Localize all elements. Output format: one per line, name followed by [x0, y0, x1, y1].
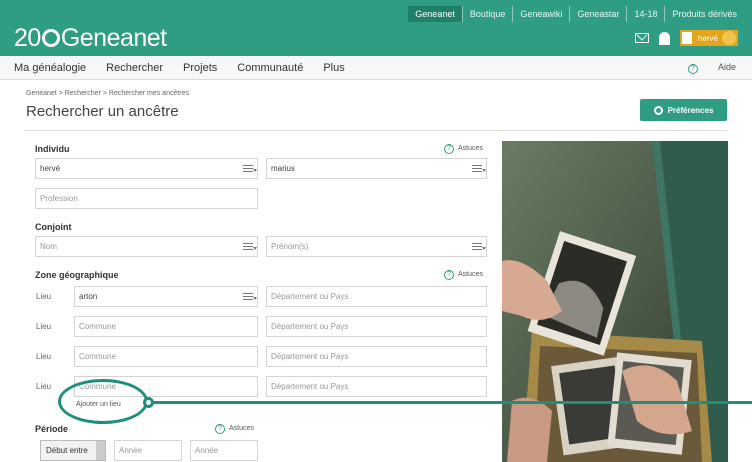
tips-icon: ?	[444, 144, 454, 154]
preferences-button[interactable]: Préférences	[640, 99, 727, 121]
departement-input[interactable]: Département ou Pays	[266, 316, 487, 337]
periode-tips[interactable]: ? Astuces	[215, 424, 254, 434]
firstname-input[interactable]: marius	[266, 158, 487, 179]
breadcrumb[interactable]: Geneanet > Rechercher > Rechercher mes a…	[26, 90, 189, 97]
tab-14-18[interactable]: 14-18	[626, 6, 664, 22]
lieu-label: Lieu	[36, 292, 52, 301]
user-menu[interactable]: hervé	[679, 30, 738, 46]
zone-tips[interactable]: ? Astuces	[444, 270, 483, 280]
help-label: Aide	[717, 61, 736, 72]
site-tabs: Geneanet Boutique Geneawiki Geneastar 14…	[408, 6, 744, 22]
departement-input[interactable]: Département ou Pays	[266, 346, 487, 367]
avatar	[679, 30, 694, 46]
lieu-label: Lieu	[36, 382, 52, 391]
options-menu-icon[interactable]	[472, 243, 486, 250]
commune-input[interactable]: arton	[74, 286, 258, 307]
options-menu-icon[interactable]	[243, 165, 257, 172]
callout-dot	[143, 397, 154, 408]
individu-heading: Individu	[35, 144, 70, 154]
geneanet-logo[interactable]: 20 Geneanet	[14, 24, 167, 52]
top-bar: Geneanet Boutique Geneawiki Geneastar 14…	[0, 0, 752, 56]
chevron-down-icon	[253, 169, 257, 172]
chevron-down-icon	[96, 441, 105, 460]
page-title: Rechercher un ancêtre	[26, 103, 179, 120]
conjoint-heading: Conjoint	[35, 222, 72, 232]
preferences-label: Préférences	[667, 105, 714, 115]
period-type-value: Début entre	[46, 446, 88, 455]
commune-input[interactable]: Commune	[74, 316, 258, 337]
envelope-icon[interactable]	[634, 33, 649, 43]
lastname-value: hervé	[40, 164, 61, 173]
lieu-label: Lieu	[36, 352, 52, 361]
tips-icon: ?	[444, 270, 454, 280]
options-menu-icon[interactable]	[243, 243, 257, 250]
tab-boutique[interactable]: Boutique	[461, 6, 513, 22]
nav-ma-genealogie[interactable]: Ma généalogie	[14, 62, 86, 74]
period-type-select[interactable]: Début entre	[40, 440, 106, 461]
options-menu-icon[interactable]	[472, 165, 486, 172]
logo-prefix: 20	[14, 24, 41, 52]
commune-value: arton	[79, 292, 98, 301]
main-nav: Ma généalogie Rechercher Projets Communa…	[0, 56, 752, 80]
help-link[interactable]: ? Aide	[674, 62, 742, 74]
spouse-firstname-input[interactable]: Prénom(s)	[266, 236, 487, 257]
bell-icon[interactable]	[658, 31, 670, 45]
lastname-input[interactable]: hervé	[35, 158, 258, 179]
chevron-down-icon	[482, 169, 486, 172]
user-name: hervé	[697, 33, 718, 43]
user-tools: hervé	[634, 30, 738, 46]
nav-plus[interactable]: Plus	[323, 62, 344, 74]
zone-heading: Zone géographique	[35, 270, 119, 280]
help-icon: ?	[687, 63, 698, 74]
spouse-lastname-input[interactable]: Nom	[35, 236, 258, 257]
tips-label: Astuces	[458, 145, 483, 152]
options-menu-icon[interactable]	[243, 293, 257, 300]
commune-input[interactable]: Commune	[74, 346, 258, 367]
tab-geneawiki[interactable]: Geneawiki	[512, 6, 569, 22]
logo-name: Geneanet	[60, 24, 167, 52]
year-start-input[interactable]: Année	[114, 440, 182, 461]
chevron-down-icon	[253, 297, 257, 300]
individu-tips[interactable]: ? Astuces	[444, 144, 483, 154]
departement-input[interactable]: Département ou Pays	[266, 376, 487, 397]
chevron-down-icon	[482, 247, 486, 250]
callout-circle	[58, 379, 148, 424]
hero-photo	[502, 141, 728, 462]
tab-produits-derives[interactable]: Produits dérivés	[664, 6, 744, 22]
firstname-value: marius	[271, 164, 296, 173]
nav-projets[interactable]: Projets	[183, 62, 217, 74]
tab-geneastar[interactable]: Geneastar	[569, 6, 626, 22]
callout-line	[148, 401, 752, 404]
lieu-label: Lieu	[36, 322, 52, 331]
tips-label: Astuces	[229, 425, 254, 432]
hands-holding-old-photos-image	[502, 141, 728, 462]
tips-icon: ?	[215, 424, 225, 434]
chevron-down-icon	[253, 247, 257, 250]
logo-at-icon	[41, 29, 60, 47]
spouse-firstname-placeholder: Prénom(s)	[271, 242, 309, 251]
tips-label: Astuces	[458, 271, 483, 278]
pencil-icon[interactable]	[722, 31, 736, 45]
periode-heading: Période	[35, 424, 69, 434]
gear-icon	[653, 105, 663, 115]
nav-communaute[interactable]: Communauté	[237, 62, 303, 74]
nav-rechercher[interactable]: Rechercher	[106, 62, 163, 74]
year-end-input[interactable]: Année	[190, 440, 258, 461]
divider	[25, 130, 727, 131]
profession-input[interactable]: Profession	[35, 188, 258, 209]
spouse-lastname-placeholder: Nom	[40, 242, 57, 251]
tab-geneanet[interactable]: Geneanet	[408, 6, 462, 22]
departement-input[interactable]: Département ou Pays	[266, 286, 487, 307]
